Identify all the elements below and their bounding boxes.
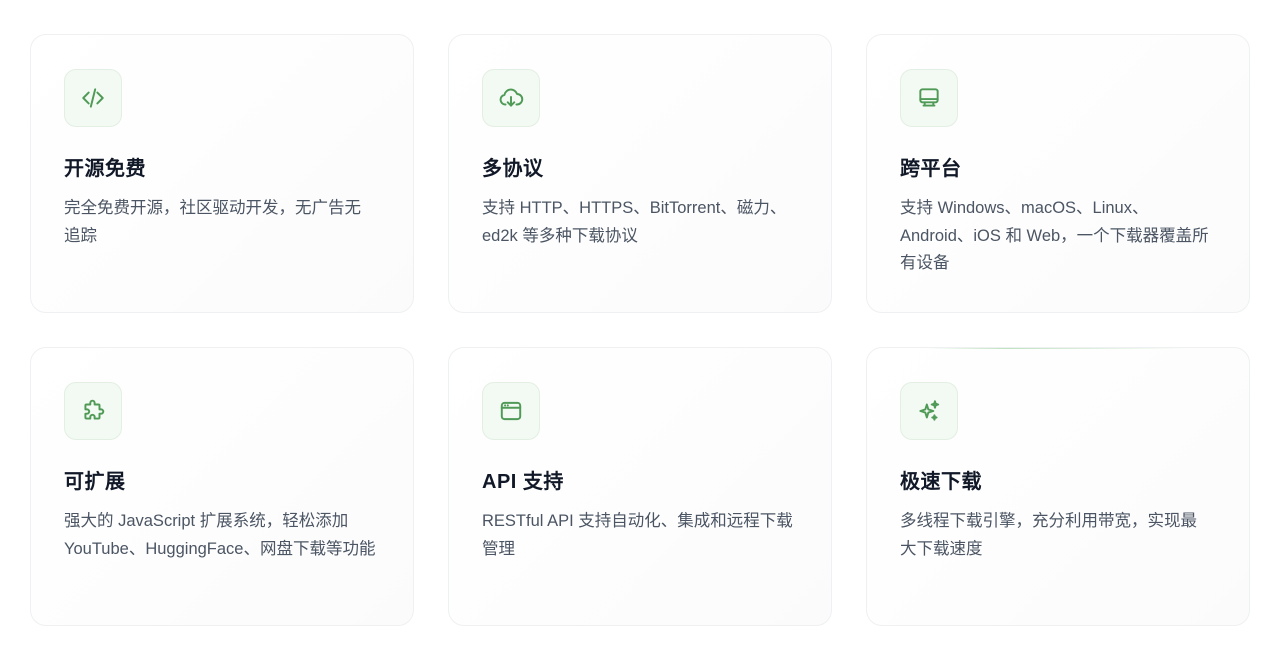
feature-title: 开源免费 — [64, 158, 146, 180]
feature-description: 强大的 JavaScript 扩展系统，轻松添加 YouTube、Hugging… — [64, 512, 376, 558]
feature-grid: 开源免费 完全免费开源，社区驱动开发，无广告无追踪 多协议 支持 HTTP、HT… — [30, 34, 1250, 626]
feature-description: 多线程下载引擎，充分利用带宽，实现最大下载速度 — [900, 512, 1197, 558]
feature-title: 多协议 — [482, 158, 544, 180]
feature-card-cross-platform: 跨平台 支持 Windows、macOS、Linux、Android、iOS 和… — [866, 34, 1250, 313]
cloud-download-icon — [482, 69, 540, 127]
feature-title: 跨平台 — [900, 158, 962, 180]
feature-card-fast-download: 极速下载 多线程下载引擎，充分利用带宽，实现最大下载速度 — [866, 347, 1250, 626]
puzzle-icon — [64, 382, 122, 440]
app-window-icon — [482, 382, 540, 440]
feature-card-open-source: 开源免费 完全免费开源，社区驱动开发，无广告无追踪 — [30, 34, 414, 313]
code-icon — [64, 69, 122, 127]
feature-card-api: API 支持 RESTful API 支持自动化、集成和远程下载管理 — [448, 347, 832, 626]
feature-card-extensible: 可扩展 强大的 JavaScript 扩展系统，轻松添加 YouTube、Hug… — [30, 347, 414, 626]
feature-description: 完全免费开源，社区驱动开发，无广告无追踪 — [64, 199, 361, 245]
feature-title: 极速下载 — [900, 471, 982, 493]
feature-description: 支持 Windows、macOS、Linux、Android、iOS 和 Web… — [900, 199, 1209, 272]
feature-title: API 支持 — [482, 471, 564, 493]
feature-description: RESTful API 支持自动化、集成和远程下载管理 — [482, 512, 793, 558]
feature-card-multi-protocol: 多协议 支持 HTTP、HTTPS、BitTorrent、磁力、ed2k 等多种… — [448, 34, 832, 313]
feature-description: 支持 HTTP、HTTPS、BitTorrent、磁力、ed2k 等多种下载协议 — [482, 199, 787, 245]
sparkles-icon — [900, 382, 958, 440]
monitor-icon — [900, 69, 958, 127]
feature-title: 可扩展 — [64, 471, 126, 493]
